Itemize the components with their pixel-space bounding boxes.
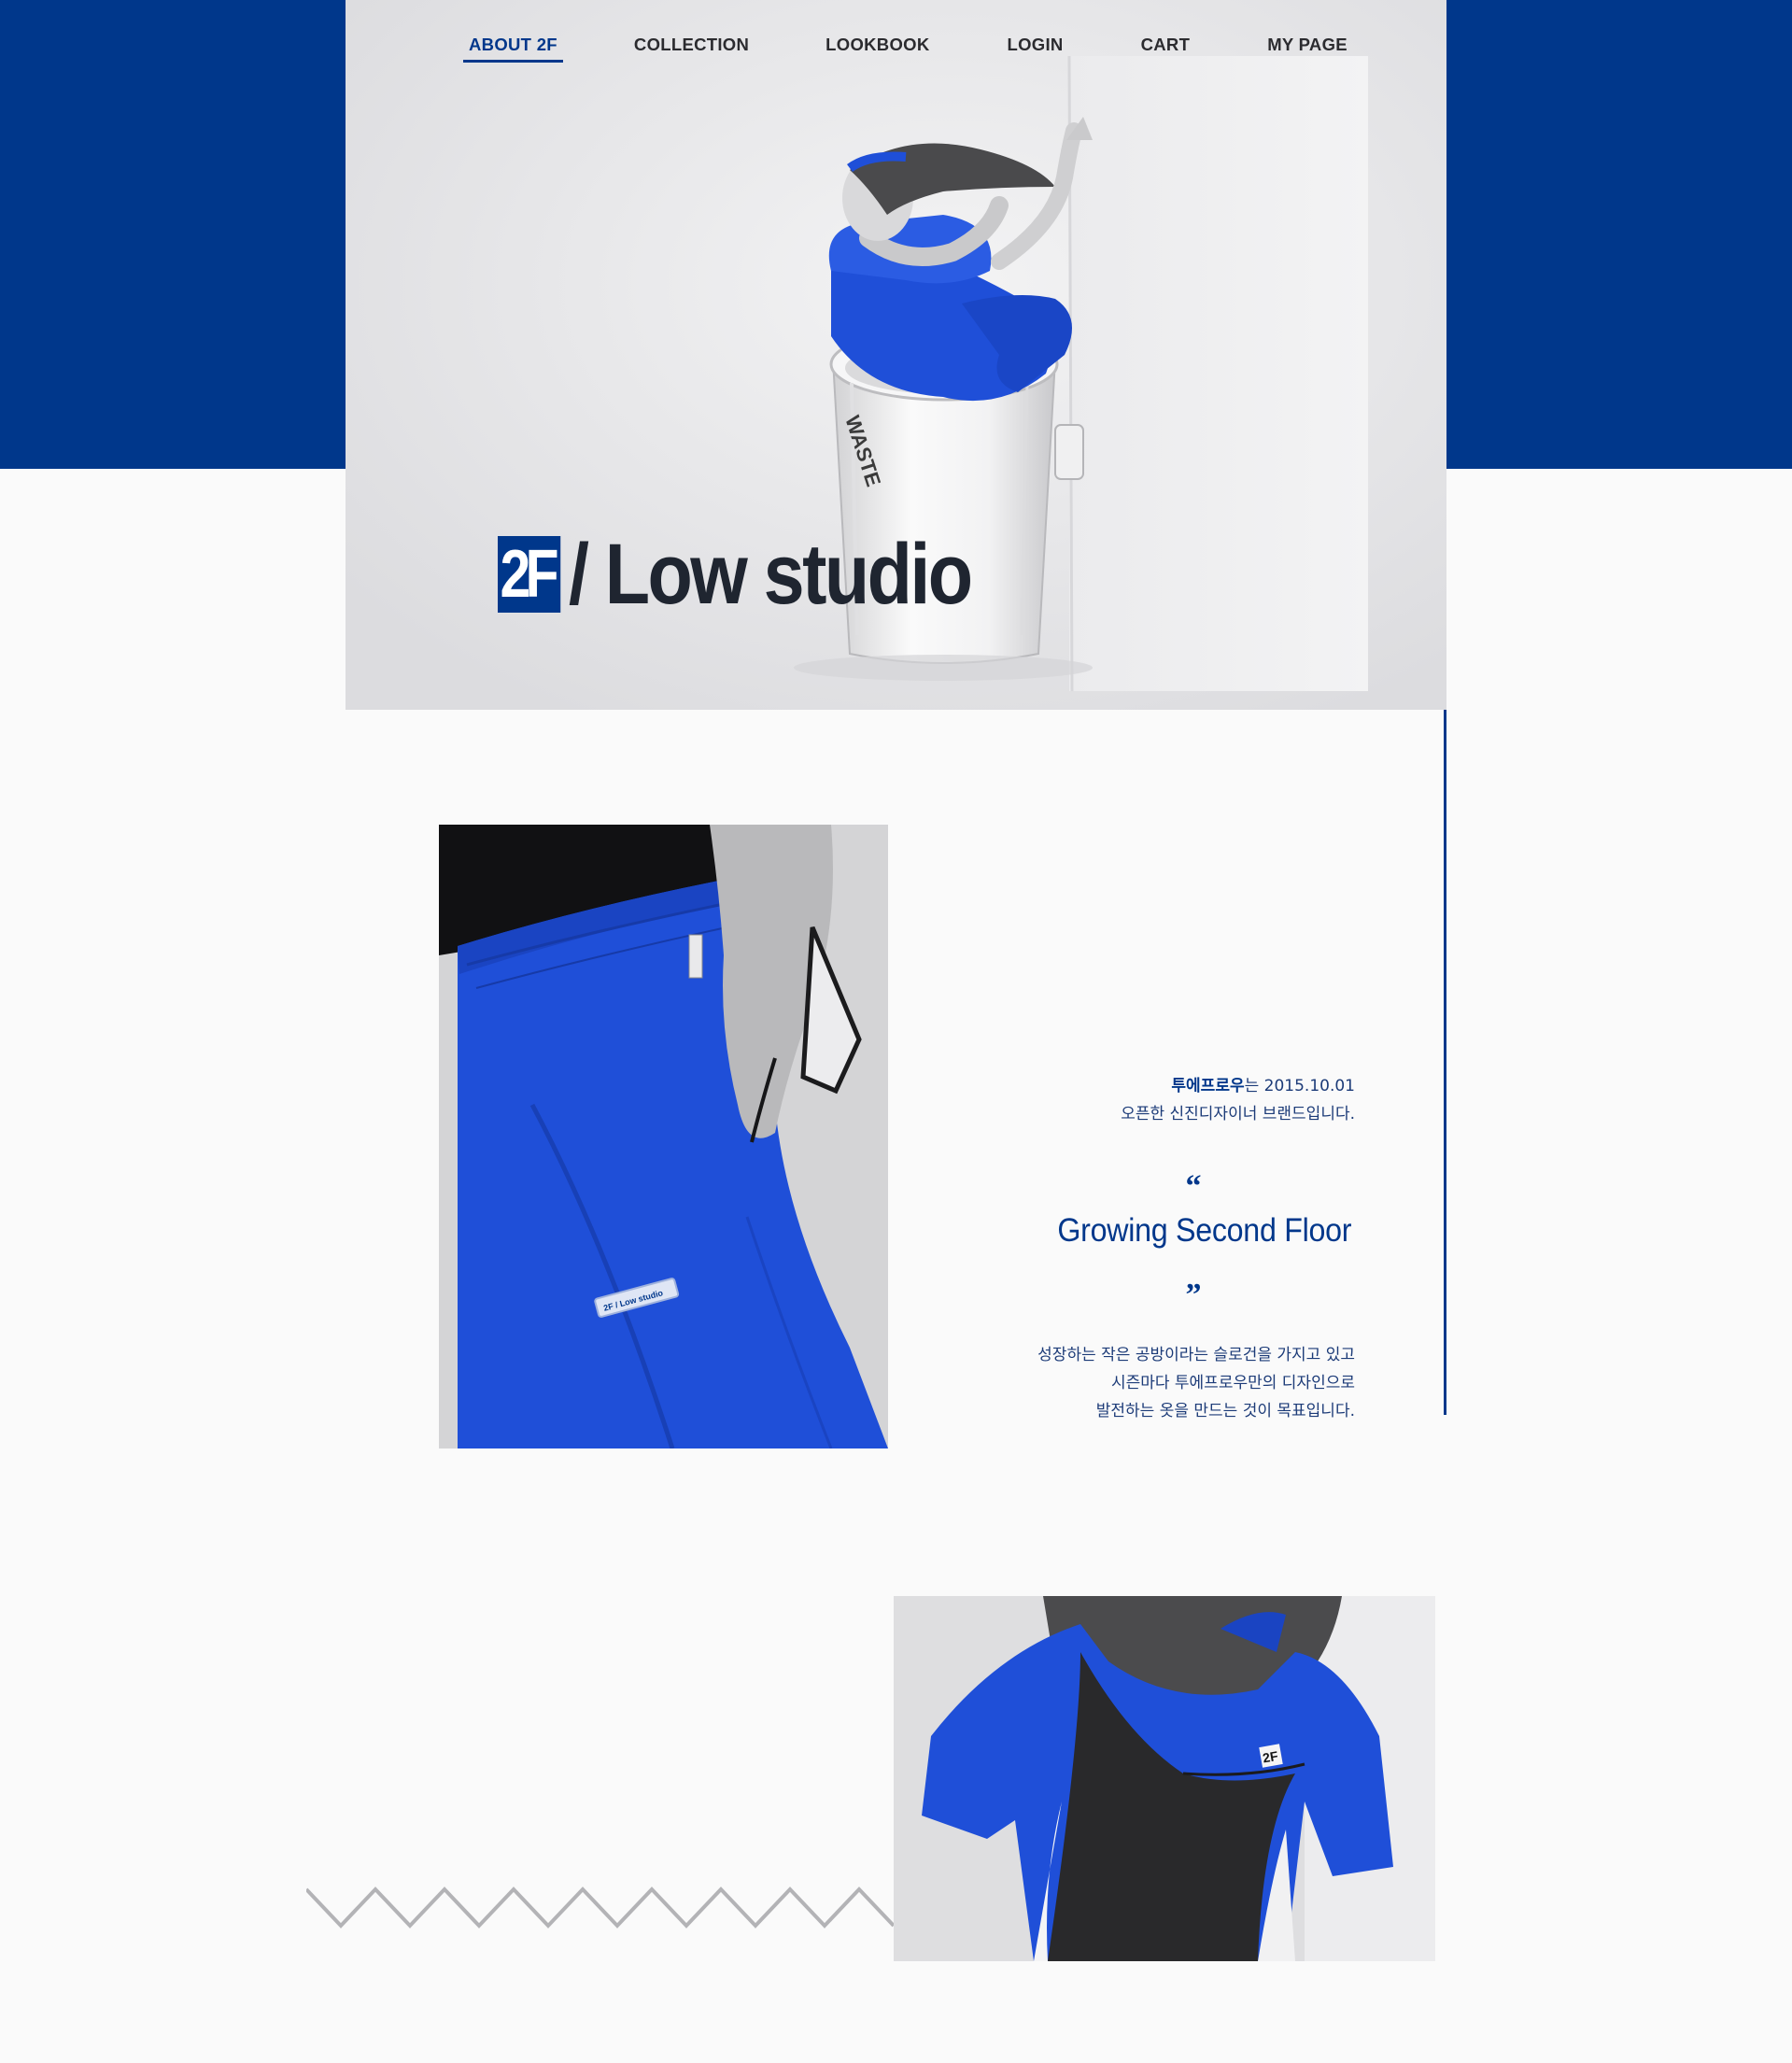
brand-name: 투에프로우 (1171, 1077, 1245, 1095)
nav-my-page[interactable]: MY PAGE (1267, 35, 1348, 63)
zigzag-decoration (306, 1886, 895, 1929)
nav-lookbook[interactable]: LOOKBOOK (825, 35, 929, 63)
nav-cart[interactable]: CART (1141, 35, 1191, 63)
nav-collection[interactable]: COLLECTION (634, 35, 749, 63)
intro-date: 는 2015.10.01 (1244, 1077, 1355, 1095)
shirt-illustration: 2F (894, 1596, 1435, 1961)
description-line: 발전하는 옷을 만드는 것이 목표입니다. (1095, 1402, 1355, 1420)
pants-photo: 2F / Low studio (439, 825, 888, 1448)
brand-description: 성장하는 작은 공방이라는 슬로건을 가지고 있고 시즌마다 투에프로우만의 디… (832, 1341, 1355, 1425)
description-line: 시즌마다 투에프로우만의 디자인으로 (1110, 1374, 1355, 1392)
logo-wordmark: / Low studio (569, 527, 973, 622)
intro-line-2: 오픈한 신진디자이너 브랜드입니다. (1121, 1105, 1355, 1123)
shirt-badge-text: 2F (1262, 1748, 1279, 1766)
logo-mark: 2F (498, 536, 561, 613)
slogan-heading: Growing Second Floor (1057, 1212, 1351, 1249)
nav-login[interactable]: LOGIN (1008, 35, 1064, 63)
brand-intro: 투에프로우는 2015.10.01 오픈한 신진디자이너 브랜드입니다. (869, 1072, 1355, 1128)
brand-logo: 2F / Low studio (498, 527, 1037, 622)
nav-about-2f[interactable]: ABOUT 2F (463, 35, 563, 63)
pants-illustration: 2F / Low studio (439, 825, 888, 1448)
accent-vertical-line (1444, 710, 1446, 1415)
open-quote-mark: “ (1185, 1169, 1202, 1204)
close-quote-mark: ” (1185, 1278, 1202, 1312)
main-nav: ABOUT 2F COLLECTION LOOKBOOK LOGIN CART … (463, 35, 1348, 64)
intro-line-1: 투에프로우는 2015.10.01 (869, 1072, 1355, 1100)
description-line: 성장하는 작은 공방이라는 슬로건을 가지고 있고 (1037, 1346, 1355, 1364)
shirt-photo: 2F (894, 1596, 1435, 1961)
